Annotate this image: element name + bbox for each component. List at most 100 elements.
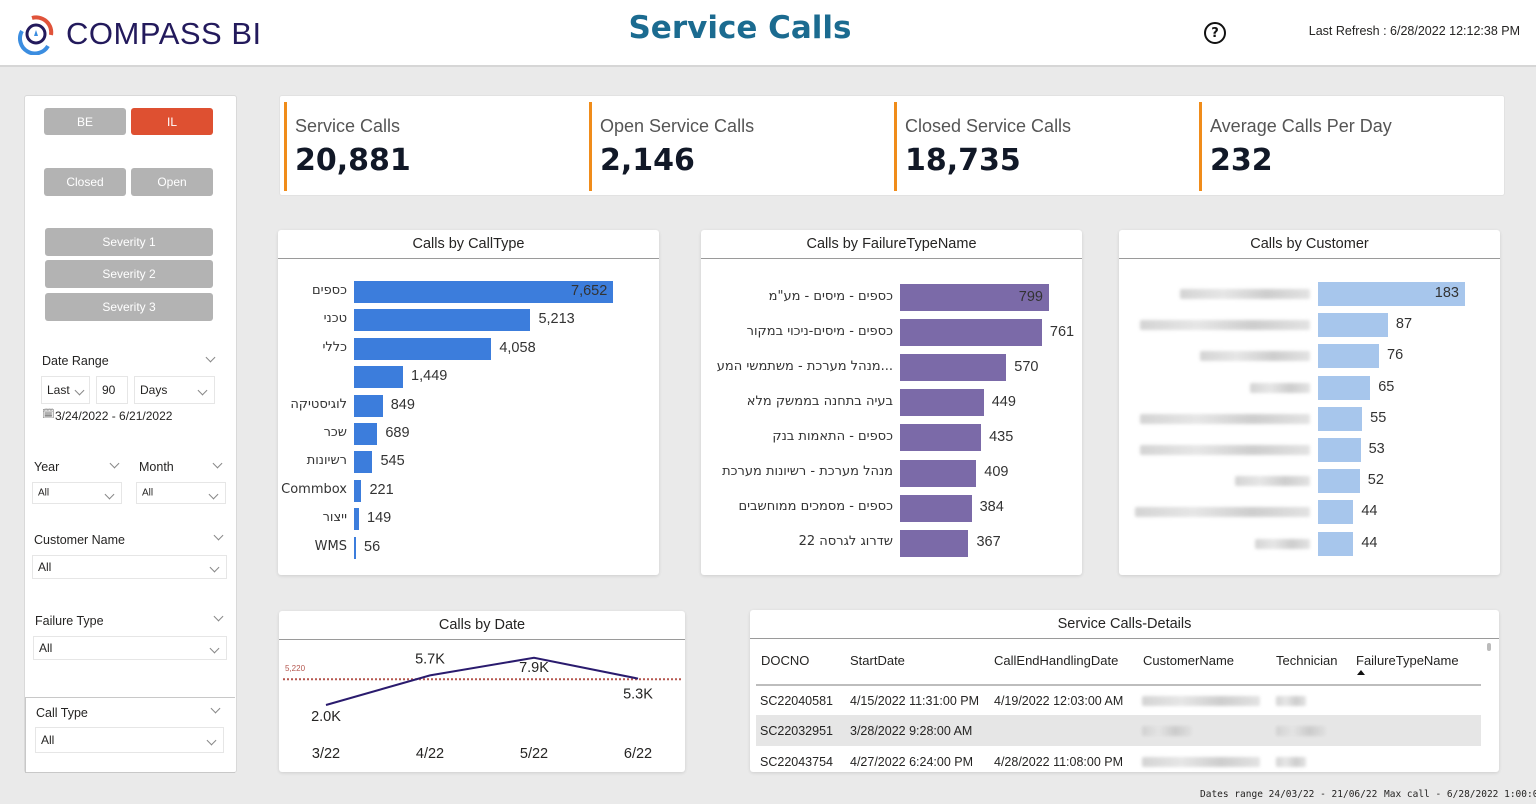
bar[interactable]	[1318, 344, 1380, 369]
bar[interactable]	[900, 354, 1007, 382]
bar[interactable]	[1318, 375, 1371, 400]
month-collapse-icon[interactable]	[212, 458, 223, 469]
dates-range-note: Dates range 24/03/22 - 21/06/22	[1200, 789, 1378, 800]
bar-category-label-redacted	[1140, 320, 1310, 331]
bar[interactable]	[1318, 406, 1363, 431]
year-collapse-icon[interactable]	[109, 458, 120, 469]
table-title: Service Calls-Details	[750, 610, 1499, 639]
bar[interactable]	[354, 394, 383, 417]
status-closed-button[interactable]: Closed	[44, 168, 126, 196]
column-header-callendhandlingdate[interactable]: CallEndHandlingDate	[994, 653, 1118, 668]
cell-technician-redacted	[1276, 757, 1306, 767]
failure-type-select[interactable]: All	[33, 636, 227, 660]
bar-data-label: 221	[369, 481, 394, 498]
sort-ascending-icon	[1357, 670, 1365, 675]
data-label: 7.9K	[519, 660, 549, 676]
bar[interactable]	[1318, 438, 1361, 462]
year-select[interactable]: All	[32, 482, 122, 504]
column-header-startdate[interactable]: StartDate	[850, 653, 905, 668]
bar-data-label: 65	[1378, 378, 1395, 395]
cell-enddate: 4/28/2022 11:08:00 PM	[994, 755, 1124, 769]
column-header-customername[interactable]: CustomerName	[1143, 653, 1234, 668]
kpi-label: Average Calls Per Day	[1210, 116, 1392, 136]
region-be-button[interactable]: BE	[44, 108, 126, 135]
calls-by-date-chart: Calls by Date 5,220 2.0K 3/22 5.7K 4/22 7.9K 5…	[279, 611, 685, 772]
failure-type-label: Failure Type	[35, 614, 104, 628]
date-range-text: 3/24/2022 - 6/21/2022	[55, 409, 173, 423]
bar-data-label: 56	[364, 538, 381, 555]
table-row[interactable]: SC22040581 4/15/2022 11:31:00 PM 4/19/20…	[756, 685, 1481, 715]
bar[interactable]	[354, 536, 356, 559]
bar[interactable]	[354, 508, 360, 531]
reference-line-label: 5,220	[285, 664, 306, 673]
bar[interactable]	[900, 319, 1042, 347]
kpi-value: 232	[1210, 143, 1273, 178]
column-header-docno[interactable]: DOCNO	[761, 653, 809, 668]
bar-data-label: 183	[1434, 285, 1459, 301]
customer-name-select[interactable]: All	[32, 555, 227, 579]
severity-1-button[interactable]: Severity 1	[45, 228, 213, 256]
bar-data-label: 409	[984, 464, 1009, 480]
date-range-amount-input[interactable]: 90	[96, 376, 128, 404]
region-il-button[interactable]: IL	[131, 108, 213, 135]
table-scrollbar[interactable]	[1487, 643, 1491, 651]
customer-name-collapse-icon[interactable]	[213, 530, 224, 541]
calls-by-calltype-chart: Calls by CallType כספים 7,652 טכני 5,213 כלל…	[278, 230, 659, 575]
x-tick-label: 4/22	[416, 746, 444, 762]
bar[interactable]	[1318, 313, 1388, 338]
bar[interactable]	[1318, 531, 1354, 556]
cell-enddate: 4/19/2022 12:03:00 AM	[994, 694, 1124, 708]
cell-docno: SC22032951	[760, 724, 833, 738]
bar[interactable]	[354, 366, 404, 389]
bar[interactable]	[900, 424, 982, 452]
bar[interactable]	[900, 529, 969, 557]
data-label: 5.7K	[415, 651, 445, 667]
month-label: Month	[139, 460, 174, 474]
series-line[interactable]	[325, 656, 639, 706]
bar[interactable]	[900, 494, 972, 522]
call-type-select[interactable]: All	[35, 727, 224, 753]
bar[interactable]	[354, 423, 378, 445]
column-header-technician[interactable]: Technician	[1276, 653, 1337, 668]
chevron-down-icon	[74, 385, 85, 396]
bar-data-label: 449	[991, 393, 1016, 410]
column-header-failuretypename[interactable]: FailureTypeName	[1356, 653, 1459, 668]
question-circle-icon[interactable]: ?	[1204, 22, 1226, 44]
chevron-down-icon	[209, 562, 220, 573]
bar[interactable]	[1318, 469, 1360, 494]
page-title: Service Calls	[628, 10, 852, 46]
month-select[interactable]: All	[136, 482, 226, 504]
bar[interactable]	[1318, 500, 1354, 525]
bar-category-label: כללי	[322, 339, 347, 355]
severity-2-button[interactable]: Severity 2	[45, 260, 213, 288]
severity-3-button[interactable]: Severity 3	[45, 293, 213, 321]
bar-data-label: 689	[385, 425, 410, 441]
x-tick-label: 5/22	[520, 746, 548, 762]
compass-logo-icon	[18, 15, 54, 55]
chart-title: Calls by Customer	[1119, 230, 1500, 259]
failure-type-collapse-icon[interactable]	[213, 611, 224, 622]
bar[interactable]	[354, 309, 531, 332]
calls-by-date-svg: 5,220 2.0K 3/22 5.7K 4/22 7.9K 5/22 5.3K 6/22	[283, 651, 681, 762]
table-row[interactable]: SC22032951 3/28/2022 9:28:00 AM	[756, 715, 1481, 746]
bar[interactable]	[354, 479, 362, 502]
kpi-average-calls-per-day: Average Calls Per Day 232	[1199, 102, 1499, 191]
cell-customername-redacted	[1142, 757, 1260, 767]
bar[interactable]	[354, 451, 373, 474]
bar[interactable]	[900, 389, 984, 417]
call-type-label: Call Type	[36, 706, 88, 720]
chevron-down-icon	[209, 643, 220, 654]
bar[interactable]	[900, 459, 977, 487]
status-open-button[interactable]: Open	[131, 168, 213, 196]
bar[interactable]	[354, 337, 492, 360]
bar-data-label: 545	[380, 453, 405, 470]
bar-category-label-redacted	[1250, 382, 1310, 393]
bar-category-label: כספים - מסמכים ממוחשבים	[738, 499, 893, 515]
date-range-collapse-icon[interactable]	[205, 352, 216, 363]
date-range-mode-select[interactable]: Last	[41, 376, 90, 404]
bar-data-label: 44	[1361, 534, 1378, 551]
table-row[interactable]: SC22043754 4/27/2022 6:24:00 PM 4/28/202…	[756, 746, 1481, 772]
cell-docno: SC22043754	[760, 755, 833, 769]
date-range-unit-select[interactable]: Days	[134, 376, 215, 404]
cell-docno: SC22040581	[760, 694, 833, 708]
